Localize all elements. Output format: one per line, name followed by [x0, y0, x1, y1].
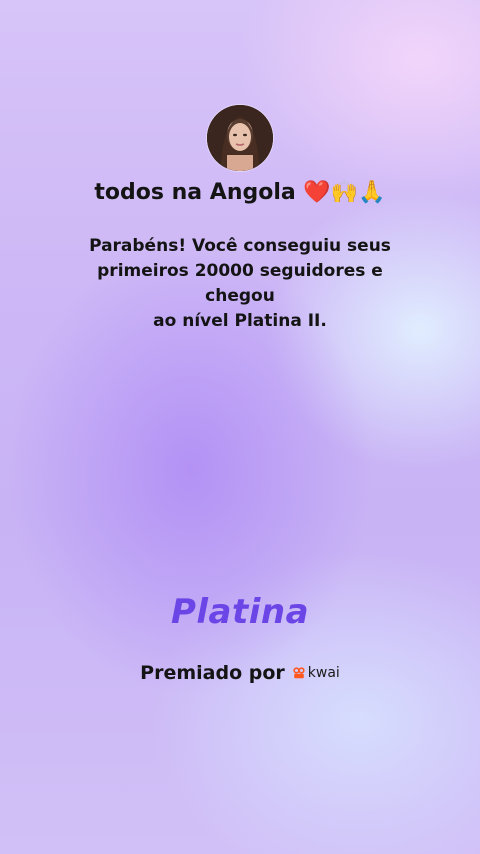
- award-row: Premiado por kwai: [0, 662, 480, 684]
- message-line-2: primeiros 20000 seguidores e chegou: [97, 261, 383, 306]
- profile-name: todos na Angola: [94, 180, 296, 205]
- kwai-brand: kwai: [293, 665, 340, 681]
- award-label: Premiado por: [140, 662, 285, 684]
- message-line-3: ao nível Platina II.: [153, 311, 327, 331]
- congrats-message: Parabéns! Você conseguiu seus primeiros …: [60, 234, 420, 334]
- level-name: Platina: [170, 592, 310, 632]
- avatar[interactable]: [207, 105, 273, 171]
- profile-title: todos na Angola ❤️🙌🙏: [0, 180, 480, 205]
- avatar-image: [207, 105, 273, 171]
- brand-name: kwai: [307, 665, 340, 681]
- kwai-logo-icon: [293, 667, 305, 679]
- emoji-icons: ❤️🙌🙏: [303, 180, 386, 205]
- message-line-1: Parabéns! Você conseguiu seus: [89, 236, 391, 256]
